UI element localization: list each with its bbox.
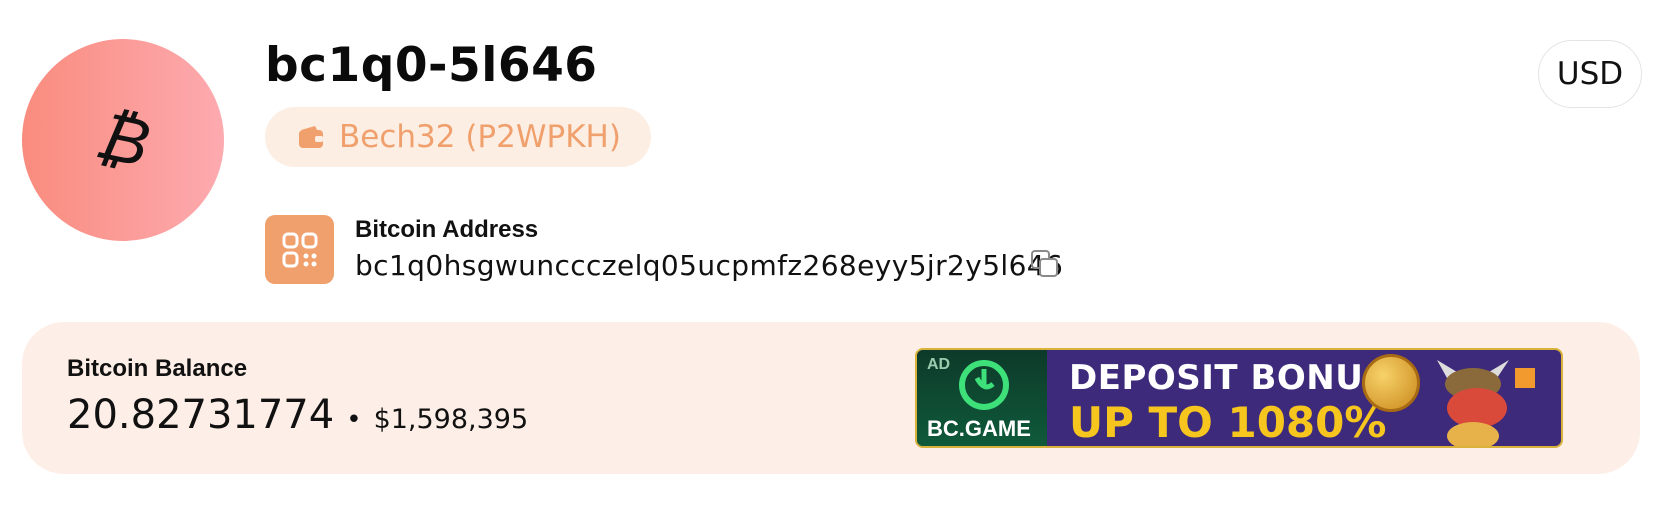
ad-subtitle: UP TO 1080%: [1069, 398, 1387, 447]
coin-icon: [1362, 354, 1420, 412]
address-value: bc1q0hsgwunccczelq05ucpmfz268eyy5jr2y5l6…: [355, 249, 1064, 282]
ad-brand: BC.GAME: [927, 416, 1031, 441]
mascot-icon: [1437, 360, 1535, 446]
ad-banner[interactable]: AD BC.GAME DEPOSIT BONUS UP TO 1080%: [915, 348, 1563, 448]
page-title: bc1q0-5l646: [265, 38, 598, 93]
bc-game-logo-icon: [959, 360, 1009, 410]
ad-title: DEPOSIT BONUS: [1069, 358, 1389, 398]
qr-code-button[interactable]: [265, 215, 334, 284]
ad-brand-panel: AD BC.GAME: [917, 350, 1047, 446]
balance-card: Bitcoin Balance 20.82731774 • $1,598,395…: [22, 322, 1640, 474]
address-type-label: Bech32 (P2WPKH): [339, 119, 621, 155]
balance-row: 20.82731774 • $1,598,395: [67, 392, 528, 438]
balance-btc: 20.82731774: [67, 392, 335, 438]
qr-code-icon: [282, 232, 317, 267]
bitcoin-icon: ₿: [89, 96, 157, 183]
address-type-badge: Bech32 (P2WPKH): [265, 107, 651, 167]
address-label: Bitcoin Address: [355, 216, 539, 243]
copy-icon[interactable]: [1030, 249, 1060, 279]
avatar: ₿: [22, 39, 224, 241]
currency-button[interactable]: USD: [1538, 40, 1642, 108]
wallet-icon: [297, 125, 325, 149]
balance-separator: •: [346, 405, 362, 435]
balance-usd: $1,598,395: [373, 404, 529, 435]
ad-badge: AD: [927, 356, 951, 373]
balance-label: Bitcoin Balance: [67, 355, 248, 382]
